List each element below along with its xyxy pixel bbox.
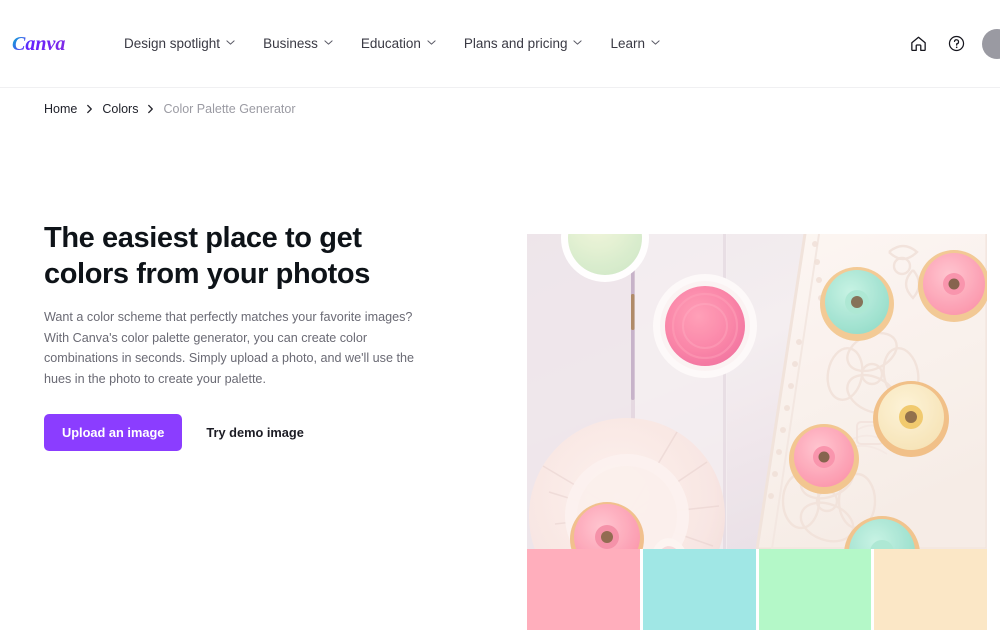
swatch-mint[interactable] [759,549,872,630]
chevron-right-icon [86,104,93,114]
nav-item-label: Business [263,36,318,51]
swatch-hot-pink[interactable] [527,549,640,630]
chevron-down-icon [226,38,235,47]
nav-item-plans-and-pricing[interactable]: Plans and pricing [450,30,597,57]
hero-actions: Upload an image Try demo image [44,414,454,451]
chevron-down-icon [324,38,333,47]
main-nav: Design spotlight Business Education Plan… [110,30,674,57]
svg-text:Canva: Canva [12,33,65,55]
nav-item-education[interactable]: Education [347,30,450,57]
nav-item-label: Learn [610,36,645,51]
nav-item-label: Education [361,36,421,51]
page-title: The easiest place to get colors from you… [44,221,424,292]
try-demo-image-button[interactable]: Try demo image [204,421,305,444]
nav-item-business[interactable]: Business [249,30,347,57]
home-icon[interactable] [906,32,930,56]
breadcrumb-item-colors[interactable]: Colors [102,102,138,116]
hero-description: Want a color scheme that perfectly match… [44,307,436,389]
swatch-yellow[interactable] [874,549,987,630]
chevron-right-icon [147,104,154,114]
nav-item-learn[interactable]: Learn [596,30,674,57]
donut-photo [527,234,987,549]
breadcrumb: Home Colors Color Palette Generator [44,102,1000,116]
chevron-down-icon [573,38,582,47]
preview-column: Hot Pink #FFAEBC Tiffany Blue #A0E7E5 Mi… [527,234,987,630]
user-avatar[interactable] [982,29,1000,59]
header-actions [906,29,1000,59]
chevron-down-icon [651,38,660,47]
swatch-tiffany-blue[interactable] [643,549,756,630]
site-header: Canva Design spotlight Business Educatio… [0,0,1000,88]
nav-item-label: Plans and pricing [464,36,568,51]
hero-text-column: The easiest place to get colors from you… [44,221,454,451]
breadcrumb-item-current: Color Palette Generator [163,102,295,116]
upload-image-button[interactable]: Upload an image [44,414,182,451]
nav-item-design-spotlight[interactable]: Design spotlight [110,30,249,57]
help-circle-icon[interactable] [944,32,968,56]
canva-logo[interactable]: Canva [12,31,76,57]
nav-item-label: Design spotlight [124,36,220,51]
chevron-down-icon [427,38,436,47]
palette-swatches [527,549,987,630]
breadcrumb-item-home[interactable]: Home [44,102,77,116]
